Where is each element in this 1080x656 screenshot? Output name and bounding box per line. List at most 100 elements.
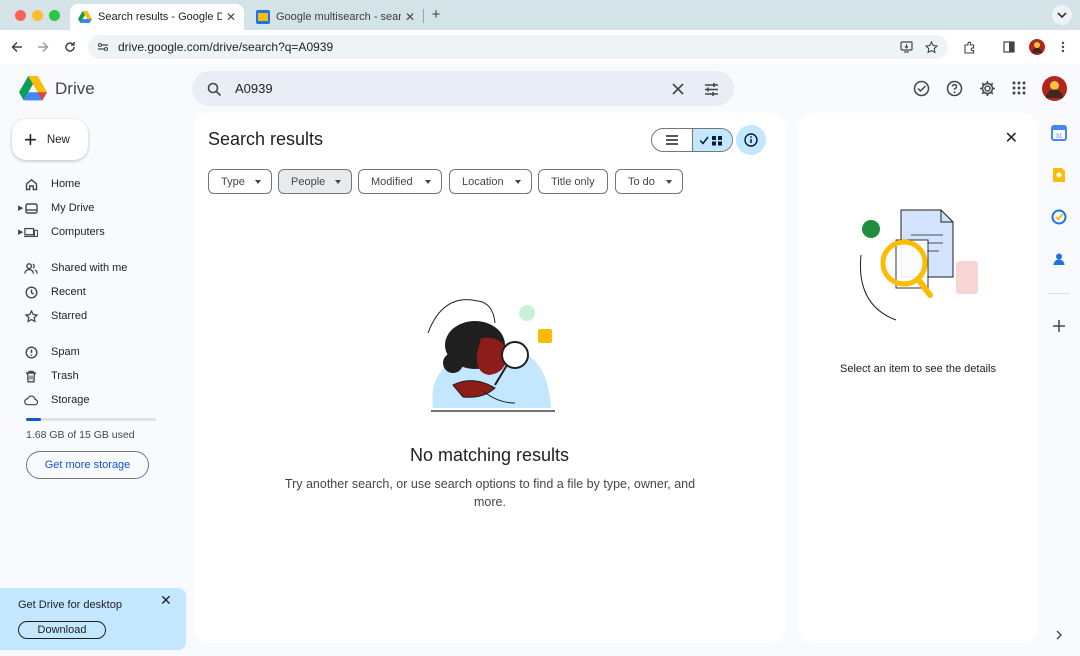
tasks-icon[interactable] xyxy=(1050,208,1068,226)
window-minimize-button[interactable] xyxy=(32,10,43,21)
new-button-label: New xyxy=(46,133,70,146)
plus-icon: + xyxy=(24,126,37,152)
sidebar-item-my-drive[interactable]: ▶ My Drive xyxy=(18,198,95,218)
tab-drive-search[interactable]: Search results - Google Drive ✕ xyxy=(70,4,244,30)
side-panel-icon[interactable] xyxy=(1000,38,1018,56)
dropdown-arrow-icon xyxy=(425,180,431,184)
sidebar-item-label: Computers xyxy=(51,226,105,238)
view-details-button[interactable] xyxy=(736,125,766,155)
trash-icon xyxy=(24,369,38,383)
filter-chip-location[interactable]: Location xyxy=(449,169,532,194)
bookmark-star-icon[interactable] xyxy=(923,39,939,55)
app-name: Drive xyxy=(55,78,95,98)
sidebar-item-home[interactable]: Home xyxy=(20,174,80,194)
download-button[interactable]: Download xyxy=(18,621,106,639)
filter-chip-to-do[interactable]: To do xyxy=(615,169,683,194)
search-query[interactable]: A0939 xyxy=(235,81,273,96)
google-apps-icon[interactable] xyxy=(1008,77,1030,99)
address-bar[interactable]: drive.google.com/drive/search?q=A0939 xyxy=(88,35,948,59)
dropdown-arrow-icon xyxy=(335,180,341,184)
url-text: drive.google.com/drive/search?q=A0939 xyxy=(118,40,334,54)
sidebar-item-computers[interactable]: ▶ Computers xyxy=(18,222,105,242)
hide-side-panel-icon[interactable] xyxy=(1050,626,1068,644)
new-tab-button[interactable]: + xyxy=(428,6,444,23)
list-view-button[interactable] xyxy=(652,129,692,151)
rail-divider xyxy=(1048,293,1070,294)
tab-close-icon[interactable]: ✕ xyxy=(405,10,415,24)
keep-icon[interactable] xyxy=(1050,166,1068,184)
browser-toolbar: drive.google.com/drive/search?q=A0939 xyxy=(0,30,1080,64)
account-avatar[interactable] xyxy=(1042,76,1067,101)
storage-usage-fill xyxy=(26,418,41,421)
help-icon[interactable] xyxy=(943,77,965,99)
computers-icon xyxy=(24,225,38,239)
page-title: Search results xyxy=(208,129,324,149)
tab-title: Search results - Google Drive xyxy=(98,11,222,23)
svg-text:31: 31 xyxy=(1056,134,1063,140)
promo-close-icon[interactable]: ✕ xyxy=(160,592,172,609)
grid-view-button[interactable] xyxy=(691,129,732,151)
calendar-icon[interactable]: 31 xyxy=(1050,124,1068,142)
sidebar-item-spam[interactable]: Spam xyxy=(20,342,80,362)
drive-favicon-icon xyxy=(78,10,92,24)
extensions-icon[interactable] xyxy=(960,38,978,56)
filter-chip-label: Location xyxy=(462,175,504,188)
back-arrow-icon[interactable] xyxy=(8,38,26,56)
settings-gear-icon[interactable] xyxy=(976,77,998,99)
multisearch-favicon-icon xyxy=(256,10,270,24)
forward-arrow-icon[interactable] xyxy=(34,38,52,56)
tab-search-button[interactable] xyxy=(1052,5,1072,25)
sidebar-item-label: Spam xyxy=(51,346,80,358)
tab-multisearch[interactable]: Google multisearch - search i ✕ xyxy=(248,4,423,30)
clear-search-icon[interactable] xyxy=(667,78,689,100)
window-zoom-button[interactable] xyxy=(49,10,60,21)
sidebar-item-label: Shared with me xyxy=(51,262,128,274)
search-icon[interactable] xyxy=(203,78,225,100)
details-illustration xyxy=(859,209,978,321)
sidebar-item-shared[interactable]: Shared with me xyxy=(20,258,127,278)
sidebar-item-label: My Drive xyxy=(51,202,95,214)
drive-for-desktop-promo: Get Drive for desktop ✕ Download xyxy=(0,588,186,650)
sidebar-item-starred[interactable]: Starred xyxy=(20,306,87,326)
list-view-icon xyxy=(665,135,678,145)
sidebar-item-trash[interactable]: Trash xyxy=(20,366,79,386)
contacts-icon[interactable] xyxy=(1050,250,1068,268)
tab-title: Google multisearch - search i xyxy=(276,11,401,23)
sidebar-item-storage[interactable]: Storage xyxy=(20,390,90,410)
tab-divider xyxy=(423,9,424,23)
sidebar-item-label: Storage xyxy=(51,394,90,406)
add-addon-icon[interactable] xyxy=(1050,317,1068,335)
expand-caret-icon[interactable]: ▶ xyxy=(18,228,23,236)
new-button[interactable]: + New xyxy=(12,119,88,160)
filter-chip-title-only[interactable]: Title only xyxy=(538,169,608,194)
filter-chip-modified[interactable]: Modified xyxy=(358,169,442,194)
close-details-icon[interactable]: ✕ xyxy=(1005,128,1018,148)
ready-for-offline-icon[interactable] xyxy=(910,77,932,99)
tab-close-icon[interactable]: ✕ xyxy=(226,10,236,24)
reload-icon[interactable] xyxy=(61,38,79,56)
shared-icon xyxy=(24,261,38,275)
filter-chip-label: People xyxy=(291,175,326,188)
expand-caret-icon[interactable]: ▶ xyxy=(18,204,23,212)
sidebar-item-label: Starred xyxy=(51,310,88,322)
browser-tab-bar: Search results - Google Drive ✕ Google m… xyxy=(0,0,1080,30)
site-info-icon[interactable] xyxy=(95,39,111,55)
drive-logo[interactable]: Drive xyxy=(19,76,95,101)
filter-chip-people[interactable]: People xyxy=(278,169,352,194)
filter-chip-label: Type xyxy=(221,175,245,188)
window-close-button[interactable] xyxy=(15,10,26,21)
profile-avatar[interactable] xyxy=(1028,38,1046,56)
details-empty-message: Select an item to see the details xyxy=(840,363,996,375)
star-icon xyxy=(24,309,38,323)
filter-chip-type[interactable]: Type xyxy=(208,169,272,194)
drive-search-bar[interactable]: A0939 xyxy=(192,71,734,106)
drive-logo-icon xyxy=(19,76,47,101)
sidebar-item-recent[interactable]: Recent xyxy=(20,282,86,302)
view-toggle xyxy=(651,128,733,152)
install-app-icon[interactable] xyxy=(898,39,914,55)
get-more-storage-button[interactable]: Get more storage xyxy=(26,451,149,479)
search-options-icon[interactable] xyxy=(700,78,722,100)
filter-chip-label: Title only xyxy=(551,175,595,188)
browser-menu-icon[interactable] xyxy=(1054,38,1072,56)
sidebar-item-label: Home xyxy=(51,178,81,190)
